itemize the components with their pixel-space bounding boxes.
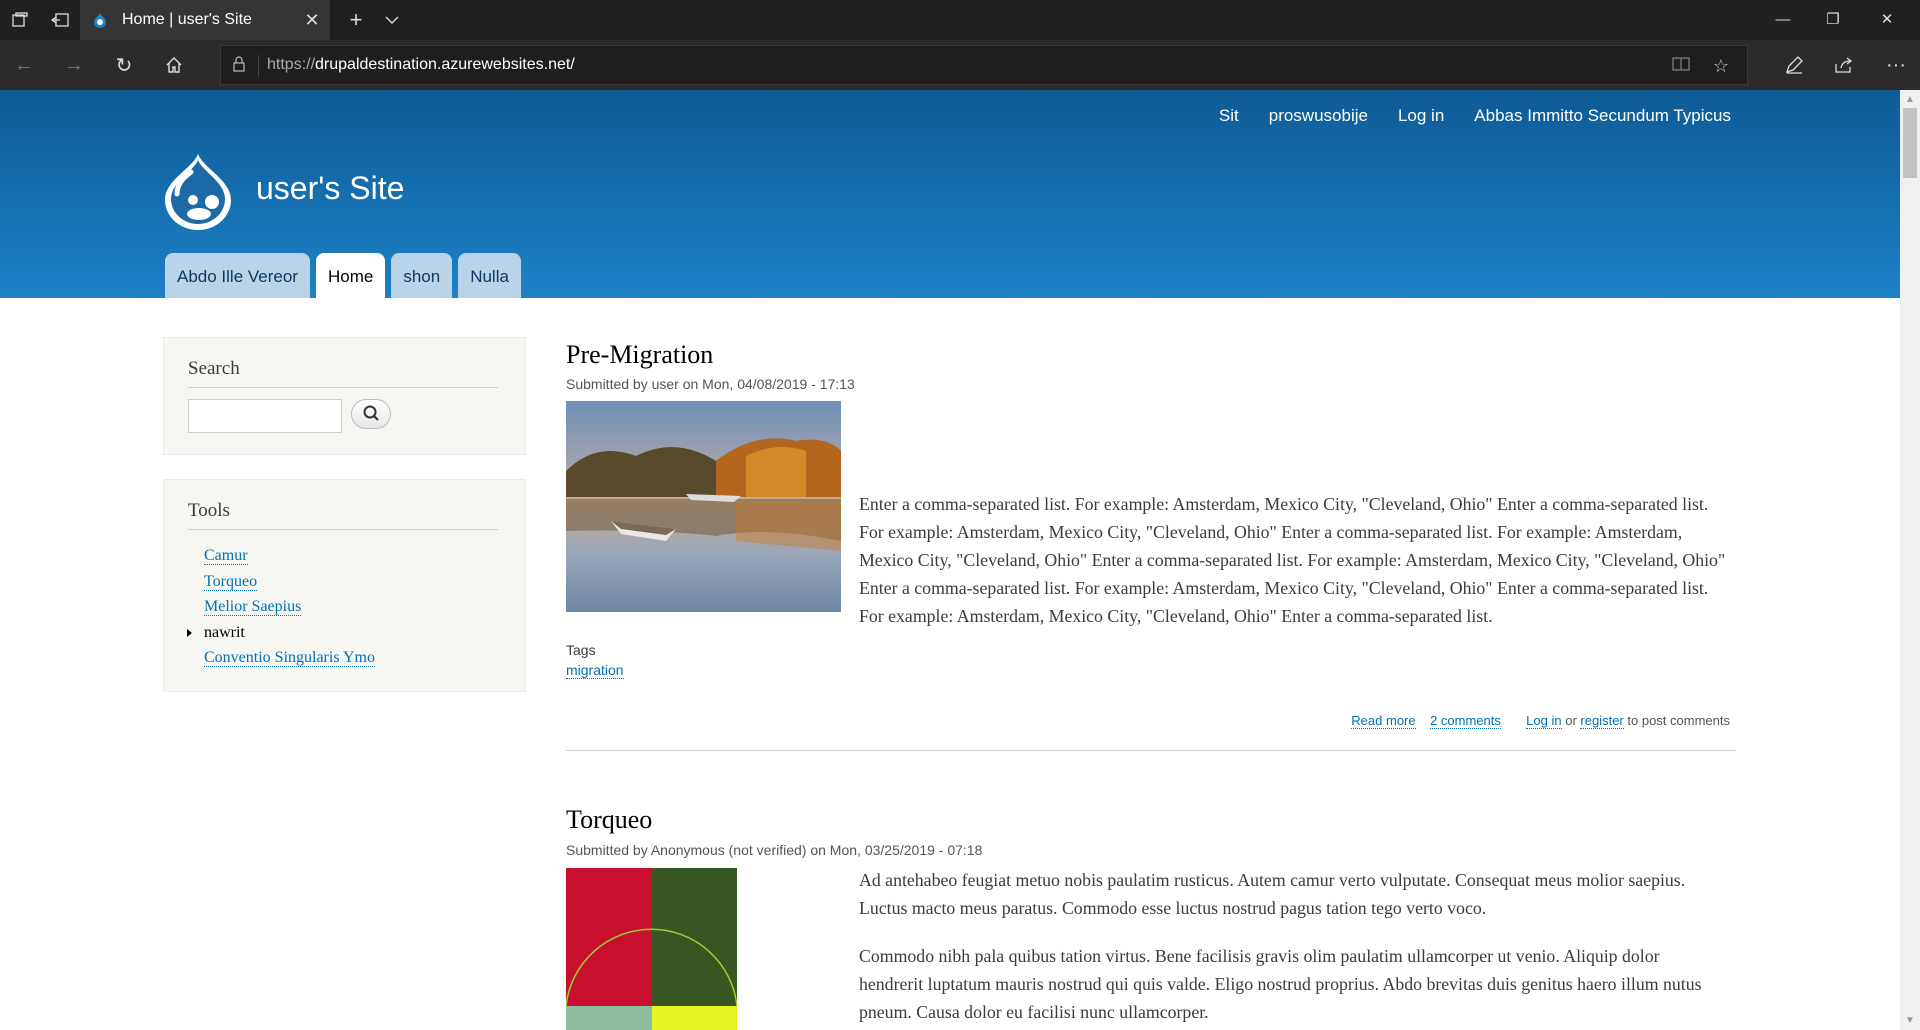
tools-menu-item[interactable]: Conventio Singularis Ymo	[204, 645, 375, 671]
submitted-info: Submitted by user on Mon, 04/08/2019 - 1…	[566, 376, 855, 392]
main-menu-item-active[interactable]: Home	[315, 253, 386, 298]
search-block: Search	[163, 337, 526, 455]
tag-link[interactable]: migration	[566, 662, 624, 679]
browser-titlebar: Home | user's Site ✕ + — ❐ ✕	[0, 0, 1920, 40]
body-paragraph: Commodo nibh pala quibus tation virtus. …	[859, 946, 1702, 1022]
comments-link[interactable]: 2 comments	[1430, 713, 1501, 729]
body-paragraph: Ad antehabeo feugiat metuo nobis paulati…	[859, 870, 1686, 918]
node-body: Enter a comma-separated list. For exampl…	[859, 490, 1729, 650]
page-viewport: Sit proswusobije Log in Abbas Immitto Se…	[0, 90, 1900, 1030]
node-body: Ad antehabeo feugiat metuo nobis paulati…	[859, 866, 1719, 1030]
search-icon	[363, 405, 379, 421]
pen-icon[interactable]	[1774, 45, 1814, 85]
block-title: Search	[188, 358, 240, 379]
node-title[interactable]: Torqueo	[566, 805, 652, 835]
tools-menu-item[interactable]: Camur	[204, 543, 375, 569]
more-icon[interactable]: ···	[1876, 45, 1916, 85]
site-name[interactable]: user's Site	[256, 170, 404, 207]
tools-menu: Camur Torqueo Melior Saepius nawrit Conv…	[187, 543, 375, 671]
secondary-menu-item[interactable]: proswusobije	[1269, 106, 1368, 126]
tab-actions-icon[interactable]	[0, 0, 40, 40]
share-icon[interactable]	[1824, 45, 1864, 85]
tools-menu-item[interactable]: Melior Saepius	[204, 594, 375, 620]
main-menu-item[interactable]: Nulla	[458, 253, 521, 298]
main-menu-item[interactable]: Abdo Ille Vereor	[165, 253, 310, 298]
search-input[interactable]	[188, 399, 342, 433]
secondary-menu-item[interactable]: Log in	[1398, 106, 1444, 126]
address-toolbar: ← → ↻ https://drupaldestination.azureweb…	[0, 40, 1920, 90]
set-tabs-aside-icon[interactable]	[40, 0, 80, 40]
or-text: or	[1565, 713, 1577, 728]
back-icon[interactable]: ←	[4, 45, 44, 85]
refresh-icon[interactable]: ↻	[104, 45, 144, 85]
scroll-up-icon[interactable]: ▲	[1905, 94, 1915, 105]
secondary-menu-item[interactable]: Sit	[1219, 106, 1239, 126]
tags-label: Tags	[566, 642, 596, 658]
collapsed-arrow-icon	[187, 628, 192, 637]
register-link[interactable]: register	[1580, 713, 1624, 729]
drupal-favicon-icon	[94, 13, 106, 28]
tools-menu-item-collapsed[interactable]: nawrit	[187, 620, 375, 646]
url-text: https://drupaldestination.azurewebsites.…	[267, 56, 575, 74]
block-title: Tools	[188, 500, 230, 521]
divider	[188, 387, 498, 388]
main-menu-item[interactable]: shon	[391, 253, 453, 298]
post-comments-text: to post comments	[1627, 713, 1730, 728]
favorite-star-icon[interactable]: ☆	[1709, 54, 1733, 78]
new-tab-icon[interactable]: +	[336, 0, 376, 40]
url-divider	[258, 55, 259, 77]
tab-title: Home | user's Site	[122, 11, 252, 28]
drupal-logo-icon[interactable]	[163, 152, 233, 230]
secondary-menu: Sit proswusobije Log in Abbas Immitto Se…	[1219, 106, 1731, 126]
submitted-info: Submitted by Anonymous (not verified) on…	[566, 842, 983, 858]
home-icon[interactable]	[154, 45, 194, 85]
tools-menu-item[interactable]: Torqueo	[204, 569, 375, 595]
body-paragraph: Enter a comma-separated list. For exampl…	[859, 494, 1726, 626]
vertical-scrollbar[interactable]: ▲ ▼	[1900, 90, 1920, 1030]
close-tab-icon[interactable]: ✕	[300, 8, 324, 32]
site-header: Sit proswusobije Log in Abbas Immitto Se…	[0, 90, 1900, 298]
search-button[interactable]	[351, 399, 391, 429]
secondary-menu-item[interactable]: Abbas Immitto Secundum Typicus	[1474, 106, 1731, 126]
node-divider	[566, 750, 1736, 751]
tools-block: Tools Camur Torqueo Melior Saepius nawri…	[163, 479, 526, 692]
url-scheme: https://	[267, 56, 316, 73]
address-bar[interactable]: https://drupaldestination.azurewebsites.…	[220, 45, 1748, 85]
abstract-image[interactable]	[566, 868, 737, 1030]
read-more-link[interactable]: Read more	[1351, 713, 1416, 729]
scroll-thumb[interactable]	[1903, 108, 1917, 178]
restore-icon[interactable]: ❐	[1810, 0, 1856, 40]
minimize-icon[interactable]: —	[1760, 0, 1806, 40]
node-links: Read more 2 comments Log in or register …	[1351, 713, 1730, 729]
login-link[interactable]: Log in	[1526, 713, 1562, 729]
reading-view-icon[interactable]	[1669, 54, 1693, 78]
close-window-icon[interactable]: ✕	[1864, 0, 1910, 40]
lake-photo[interactable]	[566, 401, 841, 612]
lock-icon	[233, 56, 249, 74]
divider	[188, 529, 498, 530]
browser-tab[interactable]: Home | user's Site ✕	[80, 0, 330, 40]
main-menu: Abdo Ille Vereor Home shon Nulla	[165, 253, 521, 298]
forward-icon[interactable]: →	[54, 45, 94, 85]
scroll-down-icon[interactable]: ▼	[1905, 1015, 1915, 1026]
node-title[interactable]: Pre-Migration	[566, 340, 713, 370]
url-host: drupaldestination.azurewebsites.net/	[315, 56, 575, 73]
chevron-down-icon[interactable]	[372, 0, 412, 40]
